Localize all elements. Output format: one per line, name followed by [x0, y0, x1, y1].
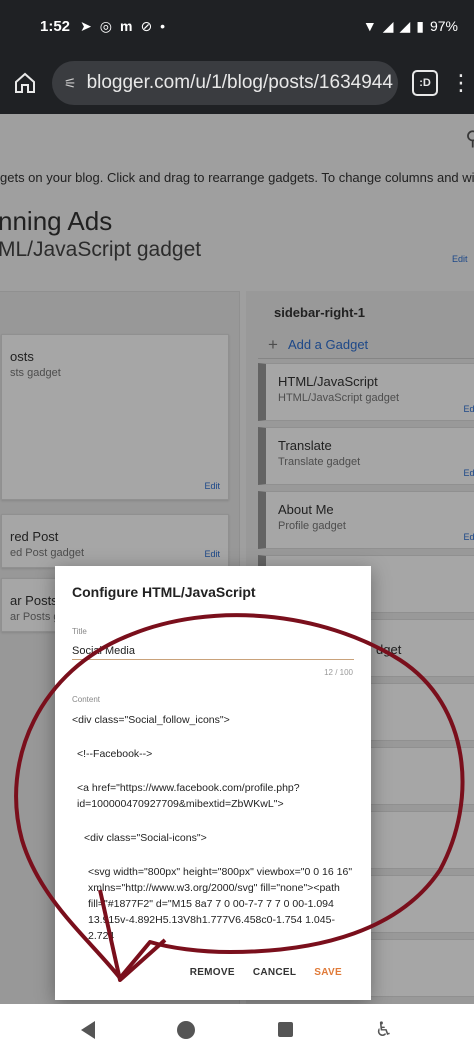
content-line: <a href="https://www.facebook.com/profil…	[77, 782, 300, 810]
back-icon[interactable]	[81, 1020, 96, 1039]
save-button[interactable]: SAVE	[305, 963, 351, 982]
accessibility-icon[interactable]: ♿	[375, 1017, 393, 1042]
whatsapp-icon: ◎	[99, 17, 112, 34]
tab-switcher-button[interactable]: :D	[412, 70, 438, 96]
content-line: <div class="Social-icons">	[84, 832, 207, 844]
status-dot: •	[160, 18, 166, 34]
title-input[interactable]	[72, 642, 354, 660]
telegram-icon: ➤	[80, 17, 92, 34]
home-icon	[15, 72, 35, 93]
browser-toolbar: ⚟ blogger.com/u/1/blog/posts/1634944 :D …	[0, 52, 474, 114]
wifi-icon: ▼	[362, 18, 377, 34]
more-menu-icon[interactable]: ⋮	[450, 72, 472, 94]
home-button[interactable]	[8, 66, 42, 100]
content-line: <svg width="800px" height="800px" viewbo…	[88, 866, 353, 942]
content-textarea[interactable]: <div class="Social_follow_icons"> <!--Fa…	[72, 712, 354, 946]
site-settings-icon[interactable]: ⚟	[64, 75, 77, 92]
status-time: 1:52	[40, 17, 71, 35]
recents-icon[interactable]	[277, 1022, 293, 1037]
shield-icon: ⊘	[140, 17, 153, 34]
title-field-label: Title	[72, 627, 87, 636]
battery-percent: 97%	[429, 18, 458, 34]
configure-html-dialog: Configure HTML/JavaScript Title 12 / 100…	[55, 566, 371, 1000]
content-field-label: Content	[72, 695, 101, 704]
system-icons: ▼ ◢ ◢ ▮ 97%	[363, 18, 458, 35]
dialog-title: Configure HTML/JavaScript	[72, 584, 256, 600]
m-icon: m	[119, 18, 133, 34]
content-line: <div class="Social_follow_icons">	[72, 714, 230, 726]
status-bar: 1:52 ➤ ◎ m ⊘ • ▼ ◢ ◢ ▮ 97%	[0, 0, 474, 52]
dialog-actions: REMOVE CANCEL SAVE	[55, 963, 371, 982]
content-line: <!--Facebook-->	[77, 748, 153, 760]
home-nav-icon[interactable]	[177, 1020, 196, 1039]
cancel-button[interactable]: CANCEL	[244, 963, 305, 982]
url-text: blogger.com/u/1/blog/posts/1634944	[86, 72, 393, 93]
title-char-counter: 12 / 100	[324, 668, 353, 677]
notification-icons: ➤ ◎ m ⊘ •	[80, 18, 165, 35]
signal-icon-2: ◢	[399, 17, 411, 34]
android-nav-bar: ♿	[0, 1004, 474, 1055]
battery-icon: ▮	[416, 17, 424, 34]
address-bar[interactable]: ⚟ blogger.com/u/1/blog/posts/1634944	[52, 61, 398, 105]
remove-button[interactable]: REMOVE	[181, 963, 244, 982]
signal-icon: ◢	[382, 17, 394, 34]
